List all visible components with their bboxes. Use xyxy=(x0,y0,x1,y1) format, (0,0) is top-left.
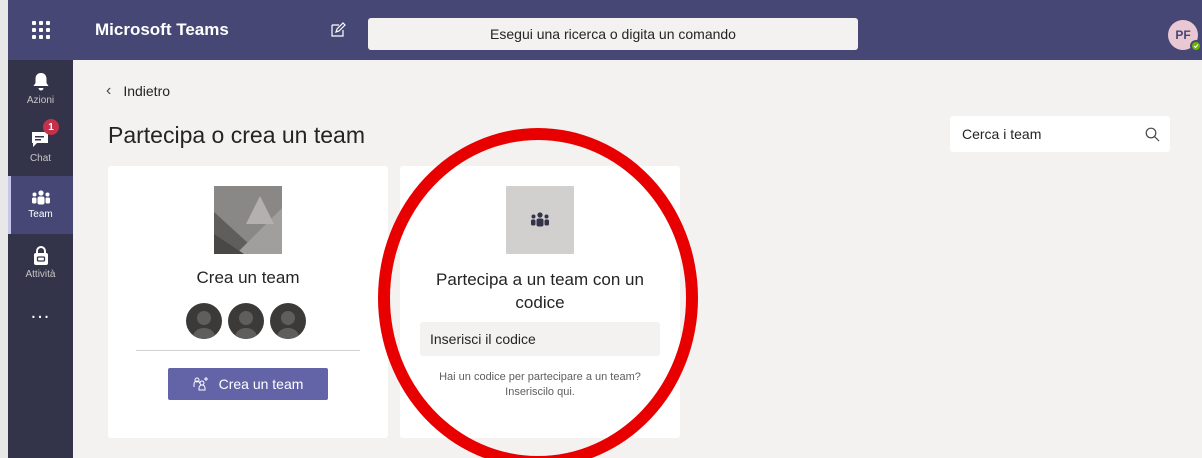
command-search-box[interactable]: Esegui una ricerca o digita un comando xyxy=(368,18,858,50)
top-bar: Microsoft Teams Esegui una ricerca o dig… xyxy=(8,0,1202,60)
rail-item-label: Team xyxy=(28,209,53,220)
join-hint-line: Inseriscilo qui. xyxy=(505,386,575,398)
rail-item-teams[interactable]: Team xyxy=(8,176,73,234)
more-icon: ... xyxy=(30,300,51,323)
member-avatars xyxy=(186,303,306,339)
app-rail: Azioni 1 Chat Team Attività ... xyxy=(8,60,73,458)
rail-item-label: Chat xyxy=(29,153,52,164)
chevron-left-icon: ‹ xyxy=(106,82,112,99)
card-divider xyxy=(136,350,360,351)
rail-item-label: Azioni xyxy=(26,95,55,106)
rail-item-chat[interactable]: 1 Chat xyxy=(8,118,73,176)
join-hint-line: Hai un codice per partecipare a un team? xyxy=(439,371,641,383)
teams-icon xyxy=(31,190,50,205)
back-label: Indietro xyxy=(123,83,171,99)
app-title: Microsoft Teams xyxy=(95,20,229,39)
create-team-title: Crea un team xyxy=(196,268,300,287)
avatar[interactable]: PF xyxy=(1168,20,1202,52)
rail-item-activity[interactable]: Azioni xyxy=(8,60,73,118)
app-launcher-button[interactable] xyxy=(8,0,73,60)
team-search-placeholder: Cerca i team xyxy=(962,126,1042,142)
bell-icon xyxy=(33,73,48,91)
avatar-initials: PF xyxy=(1175,28,1191,42)
left-edge xyxy=(0,0,8,458)
person-icon xyxy=(270,303,306,339)
teams-icon xyxy=(531,212,549,227)
more-apps-button[interactable]: ... xyxy=(8,292,73,332)
team-search-input[interactable]: Cerca i team xyxy=(950,116,1170,152)
join-hint: Hai un codice per partecipare a un team?… xyxy=(400,370,680,400)
join-team-title: Partecipa a un team con un codice xyxy=(436,270,644,312)
join-team-card: Partecipa a un team con un codice Hai un… xyxy=(400,166,680,438)
new-chat-button[interactable] xyxy=(318,10,358,50)
team-code-input[interactable] xyxy=(420,322,660,356)
join-team-image xyxy=(506,186,574,254)
back-link[interactable]: ‹ Indietro xyxy=(106,82,170,100)
waffle-icon xyxy=(31,21,50,39)
create-team-button[interactable]: Crea un team xyxy=(168,368,328,400)
compose-icon xyxy=(331,22,346,37)
rail-item-assignments[interactable]: Attività xyxy=(8,234,73,292)
bag-icon xyxy=(33,246,48,265)
add-team-icon xyxy=(193,377,208,391)
page-title: Partecipa o crea un team xyxy=(108,122,365,148)
team-placeholder-image xyxy=(214,186,282,254)
person-icon xyxy=(228,303,264,339)
search-icon xyxy=(1145,127,1160,141)
search-placeholder: Esegui una ricerca o digita un comando xyxy=(490,26,736,42)
rail-item-label: Attività xyxy=(25,269,56,280)
create-team-card: Crea un team Crea un team xyxy=(108,166,388,438)
available-status-icon xyxy=(1190,40,1202,52)
person-icon xyxy=(186,303,222,339)
create-team-button-label: Crea un team xyxy=(218,376,304,392)
unread-badge: 1 xyxy=(43,119,59,135)
